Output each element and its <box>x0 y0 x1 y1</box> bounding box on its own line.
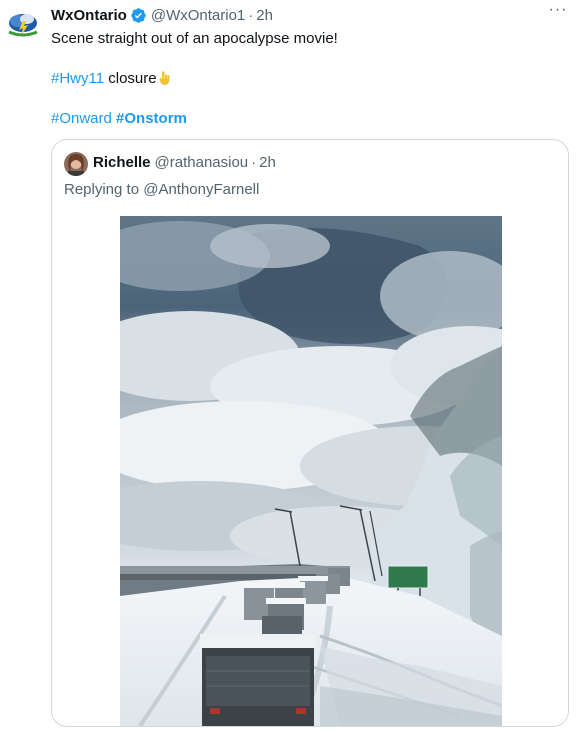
separator-dot: · <box>248 6 254 24</box>
wxontario-avatar[interactable] <box>6 8 40 42</box>
hashtag-hwy11[interactable]: #Hwy11 <box>51 70 104 87</box>
tweet-timestamp[interactable]: 2h <box>256 7 273 24</box>
verified-badge-icon <box>130 7 147 24</box>
tweet: WxOntario @WxOntario1 · 2h ··· Scene str… <box>0 0 580 734</box>
quoted-author-name[interactable]: Richelle <box>93 154 151 171</box>
more-options-icon[interactable]: ··· <box>548 2 568 23</box>
closure-text: closure <box>104 70 157 87</box>
author-handle[interactable]: @WxOntario1 <box>151 7 245 24</box>
quoted-author-avatar[interactable] <box>64 152 88 176</box>
separator-dot: · <box>251 154 257 171</box>
tweet-text-line-2: #Hwy11 closure <box>51 69 561 89</box>
quoted-tweet-timestamp[interactable]: 2h <box>259 154 276 171</box>
tweet-text-line-3: #Onward #Onstorm <box>51 109 561 129</box>
quoted-tweet-card[interactable]: Richelle @rathanasiou · 2h Replying to @… <box>51 139 569 727</box>
quoted-author-handle[interactable]: @rathanasiou <box>155 154 249 171</box>
pointing-down-emoji-icon <box>157 70 173 86</box>
replying-to-text: Replying to @AnthonyFarnell <box>64 181 260 198</box>
hashtag-onstorm[interactable]: #Onstorm <box>116 110 187 127</box>
quoted-tweet-header: Richelle @rathanasiou · 2h <box>93 154 276 171</box>
tweet-text: Scene straight out of an apocalypse movi… <box>51 29 561 129</box>
tweet-header: WxOntario @WxOntario1 · 2h <box>51 5 273 25</box>
hashtag-onward[interactable]: #Onward <box>51 110 112 127</box>
tweet-text-line-1: Scene straight out of an apocalypse movi… <box>51 30 338 47</box>
snowy-highway-photo[interactable] <box>120 216 502 726</box>
author-display-name[interactable]: WxOntario <box>51 7 127 24</box>
